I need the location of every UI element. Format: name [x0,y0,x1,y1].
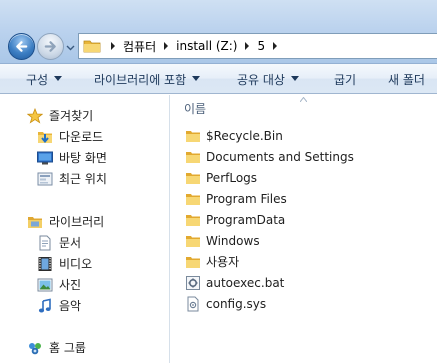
column-header-name[interactable]: 이름 [184,100,206,117]
share-with-button[interactable]: 공유 대상 [237,64,299,94]
sidebar-item-documents[interactable]: 문서 [37,232,81,253]
sidebar-item-label: 사진 [59,278,82,292]
command-bar: 구성 라이브러리에 포함 공유 대상 굽기 새 폴더 [0,64,437,94]
file-name: Program Files [206,191,287,206]
folder-icon [186,151,200,163]
list-item[interactable]: ProgramData [185,209,285,230]
chevron-right-icon[interactable] [242,41,252,51]
download-folder-icon [38,131,52,143]
system-file-icon [187,296,199,311]
folder-icon [186,193,200,205]
sidebar-item-label: 홈 그룹 [49,341,86,355]
chevron-right-icon[interactable] [161,41,171,51]
folder-icon [186,130,200,142]
homegroup-icon [29,342,41,354]
pictures-icon [37,278,53,291]
address-bar[interactable]: 컴퓨터 install (Z:) 5 [78,33,437,59]
list-item[interactable]: Documents and Settings [185,146,354,167]
sidebar-item-label: 문서 [59,236,82,250]
burn-label: 굽기 [334,72,357,87]
new-folder-button[interactable]: 새 폴더 [388,64,425,94]
sidebar-item-label: 음악 [59,299,82,313]
chevron-down-icon [54,76,63,81]
list-item[interactable]: 사용자 [185,251,239,272]
file-name: Windows [206,233,260,248]
sort-ascending-icon [300,97,307,102]
library-icon [28,216,42,228]
list-item[interactable]: autoexec.bat [185,272,284,293]
organize-label: 구성 [26,72,49,87]
list-item[interactable]: config.sys [185,293,266,314]
file-name: 사용자 [206,255,240,269]
list-item[interactable]: Windows [185,230,260,251]
share-with-label: 공유 대상 [237,72,285,87]
breadcrumb-folder[interactable]: 5 [257,39,265,53]
back-arrow-icon [16,41,28,52]
chevron-down-icon [192,76,201,81]
chevron-right-icon[interactable] [270,41,280,51]
list-item[interactable]: PerfLogs [185,167,257,188]
sidebar-item-label: 라이브러리 [49,215,105,229]
sidebar-item-label: 비디오 [59,257,93,271]
music-icon [38,298,51,312]
file-name: $Recycle.Bin [206,128,283,143]
folder-icon [83,40,101,53]
title-bar: 컴퓨터 install (Z:) 5 [0,0,437,64]
include-in-library-label: 라이브러리에 포함 [94,72,187,87]
sidebar-item-desktop[interactable]: 바탕 화면 [37,147,107,168]
sidebar-item-favorites[interactable]: 즐겨찾기 [27,105,93,126]
batch-file-icon [186,275,200,290]
sidebar-item-label: 바탕 화면 [59,151,107,165]
breadcrumb-computer[interactable]: 컴퓨터 [123,38,156,55]
forward-button[interactable] [37,33,64,60]
forward-arrow-icon [44,41,56,52]
recent-places-icon [37,172,53,185]
sidebar-item-libraries[interactable]: 라이브러리 [27,211,104,232]
star-icon [27,107,43,124]
file-name: autoexec.bat [206,275,285,290]
navigation-pane: 즐겨찾기 다운로드 바탕 화면 최근 위치 라이브러리 문서 비디오 사진 음악… [0,95,170,363]
documents-icon [39,235,51,250]
file-name: Documents and Settings [206,149,354,164]
include-in-library-button[interactable]: 라이브러리에 포함 [94,64,201,94]
sidebar-item-recent-places[interactable]: 최근 위치 [37,168,107,189]
videos-icon [38,256,52,271]
organize-button[interactable]: 구성 [26,64,63,94]
folder-icon [186,214,200,226]
back-button[interactable] [8,33,35,60]
file-name: PerfLogs [206,170,258,185]
sidebar-item-label: 최근 위치 [59,172,107,186]
sidebar-item-downloads[interactable]: 다운로드 [37,126,103,147]
list-item[interactable]: Program Files [185,188,287,209]
sidebar-item-label: 즐겨찾기 [49,109,94,123]
list-item[interactable]: $Recycle.Bin [185,125,283,146]
sidebar-item-music[interactable]: 음악 [37,295,81,316]
sidebar-item-videos[interactable]: 비디오 [37,253,92,274]
folder-icon [186,172,200,184]
sidebar-item-homegroup[interactable]: 홈 그룹 [27,337,86,358]
burn-button[interactable]: 굽기 [334,64,356,94]
sidebar-item-label: 다운로드 [59,130,104,144]
folder-icon [186,256,200,268]
file-list-pane: 이름 $Recycle.Bin Documents and Settings P… [171,95,437,363]
recent-pages-dropdown-icon[interactable] [66,43,75,52]
breadcrumb-drive[interactable]: install (Z:) [176,39,237,53]
sidebar-item-pictures[interactable]: 사진 [37,274,81,295]
new-folder-label: 새 폴더 [388,72,425,87]
file-name: ProgramData [206,212,286,227]
file-name: config.sys [206,296,267,311]
desktop-icon [37,151,53,164]
chevron-right-icon[interactable] [108,41,118,51]
folder-icon [186,235,200,247]
chevron-down-icon [290,76,299,81]
